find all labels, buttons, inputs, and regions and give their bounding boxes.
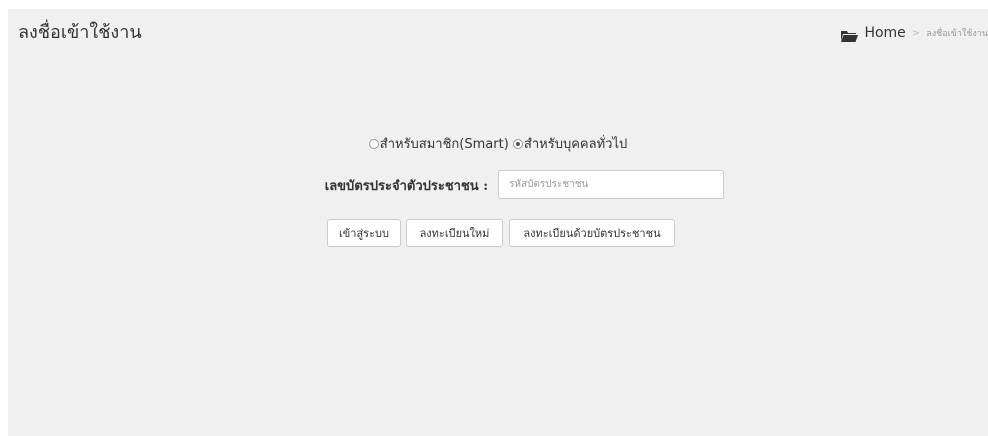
breadcrumb-home-link[interactable]: Home [864,25,905,41]
breadcrumb: Home > ลงชื่อเข้าใช้งาน [841,25,988,42]
page-title: ลงชื่อเข้าใช้งาน [18,22,142,43]
register-with-id-card-button[interactable]: ลงทะเบียนด้วยบัตรประชาชน [509,219,675,247]
login-panel: ลงชื่อเข้าใช้งาน Home > ลงชื่อเข้าใช้งาน… [8,9,988,436]
radio-general-public[interactable] [512,138,523,149]
id-card-label: เลขบัตรประจำตัวประชาชน : [324,179,488,194]
register-button[interactable]: ลงทะเบียนใหม่ [406,219,503,247]
radio-smart-member[interactable] [368,138,379,149]
breadcrumb-separator: > [911,27,921,39]
id-card-input[interactable] [498,170,724,199]
login-type-selector: สำหรับสมาชิก(Smart) สำหรับบุคคลทั่วไป [8,133,988,154]
login-button[interactable]: เข้าสู่ระบบ [327,219,401,247]
breadcrumb-current: ลงชื่อเข้าใช้งาน [926,29,988,39]
folder-open-icon [841,27,859,42]
radio-smart-member-label[interactable]: สำหรับสมาชิก(Smart) [380,137,509,152]
radio-general-public-label[interactable]: สำหรับบุคคลทั่วไป [524,137,627,152]
